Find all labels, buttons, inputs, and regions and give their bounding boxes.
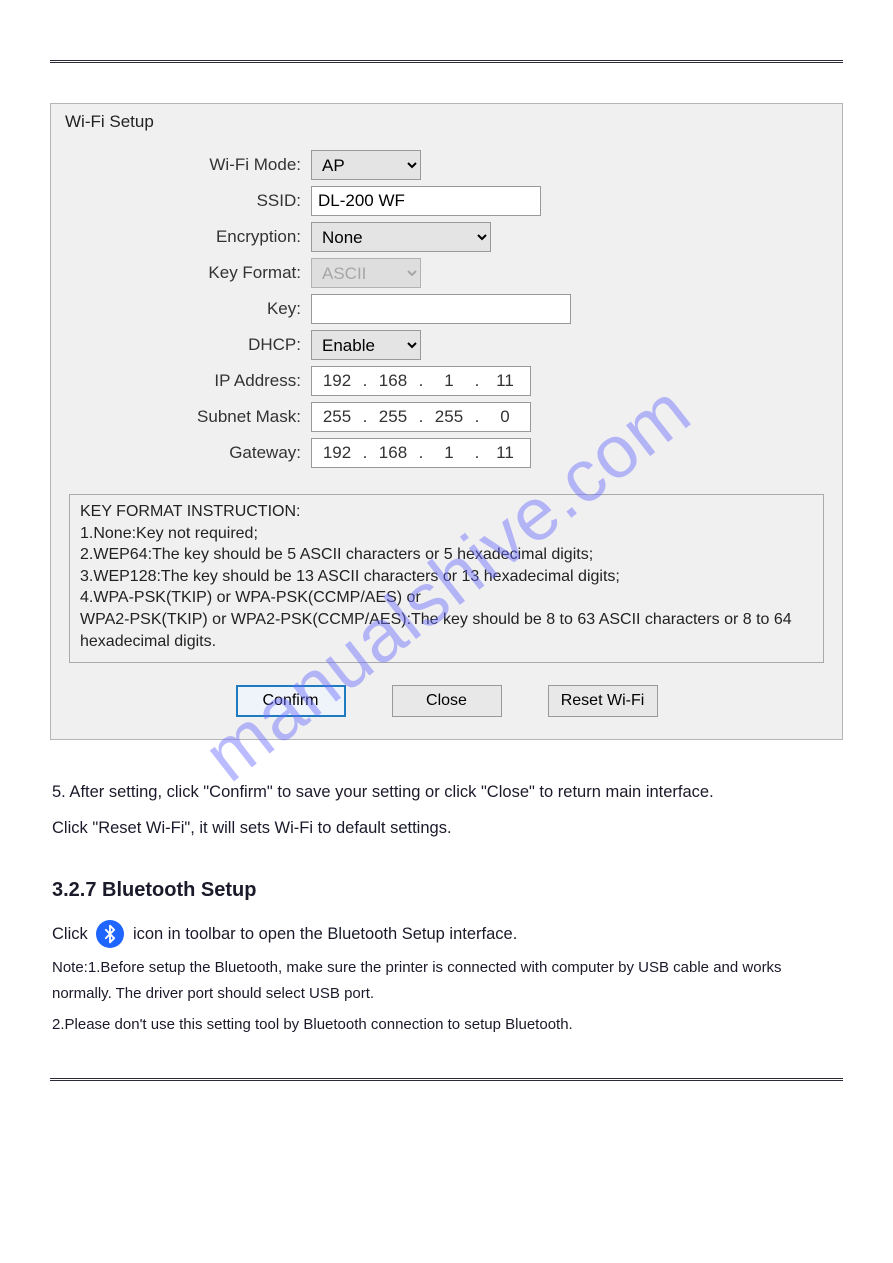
key-format-instruction: KEY FORMAT INSTRUCTION: 1.None:Key not r… [69, 494, 824, 663]
para-reset: Click "Reset Wi-Fi", it will sets Wi-Fi … [52, 814, 841, 844]
row-encryption: Encryption: None [71, 222, 822, 252]
para-click-icon: Click icon in toolbar to open the Blueto… [52, 920, 841, 950]
ssid-input[interactable] [311, 186, 541, 216]
bluetooth-icon [96, 920, 124, 948]
instr-line5: WPA2-PSK(TKIP) or WPA2-PSK(CCMP/AES):The… [80, 609, 813, 652]
label-ssid: SSID: [71, 191, 311, 211]
row-mask: Subnet Mask: 255. 255. 255. 0 [71, 402, 822, 432]
row-gateway: Gateway: 192. 168. 1. 11 [71, 438, 822, 468]
key-input[interactable] [311, 294, 571, 324]
panel-title: Wi-Fi Setup [51, 104, 842, 136]
top-rule [50, 60, 843, 63]
row-wifi-mode: Wi-Fi Mode: AP [71, 150, 822, 180]
label-dhcp: DHCP: [71, 335, 311, 355]
instr-line2: 2.WEP64:The key should be 5 ASCII charac… [80, 544, 813, 566]
para-step5: 5. After setting, click "Confirm" to sav… [52, 778, 841, 808]
subnet-mask-input[interactable]: 255. 255. 255. 0 [311, 402, 531, 432]
instr-line4: 4.WPA-PSK(TKIP) or WPA-PSK(CCMP/AES) or [80, 587, 813, 609]
wifi-setup-panel: Wi-Fi Setup Wi-Fi Mode: AP SSID: Encrypt… [50, 103, 843, 740]
row-key-format: Key Format: ASCII [71, 258, 822, 288]
confirm-button[interactable]: Confirm [236, 685, 346, 717]
label-ip: IP Address: [71, 371, 311, 391]
reset-wifi-button[interactable]: Reset Wi-Fi [548, 685, 658, 717]
ip-address-input[interactable]: 192. 168. 1. 11 [311, 366, 531, 396]
encryption-select[interactable]: None [311, 222, 491, 252]
label-wifi-mode: Wi-Fi Mode: [71, 155, 311, 175]
label-key: Key: [71, 299, 311, 319]
row-ssid: SSID: [71, 186, 822, 216]
row-key: Key: [71, 294, 822, 324]
gateway-input[interactable]: 192. 168. 1. 11 [311, 438, 531, 468]
heading-bluetooth-setup: 3.2.7 Bluetooth Setup [52, 872, 841, 908]
key-format-select: ASCII [311, 258, 421, 288]
bottom-rule [50, 1078, 843, 1081]
label-mask: Subnet Mask: [71, 407, 311, 427]
instr-line1: 1.None:Key not required; [80, 523, 813, 545]
label-encryption: Encryption: [71, 227, 311, 247]
document-body: 5. After setting, click "Confirm" to sav… [52, 778, 841, 1038]
label-gateway: Gateway: [71, 443, 311, 463]
instr-line3: 3.WEP128:The key should be 13 ASCII char… [80, 566, 813, 588]
row-ip: IP Address: 192. 168. 1. 11 [71, 366, 822, 396]
button-row: Confirm Close Reset Wi-Fi [51, 663, 842, 739]
note-2: 2.Please don't use this setting tool by … [52, 1012, 841, 1038]
close-button[interactable]: Close [392, 685, 502, 717]
form-area: Wi-Fi Mode: AP SSID: Encryption: None [51, 136, 842, 482]
label-key-format: Key Format: [71, 263, 311, 283]
row-dhcp: DHCP: Enable [71, 330, 822, 360]
note-1: Note:1.Before setup the Bluetooth, make … [52, 955, 841, 1006]
wifi-mode-select[interactable]: AP [311, 150, 421, 180]
dhcp-select[interactable]: Enable [311, 330, 421, 360]
instr-heading: KEY FORMAT INSTRUCTION: [80, 501, 813, 523]
